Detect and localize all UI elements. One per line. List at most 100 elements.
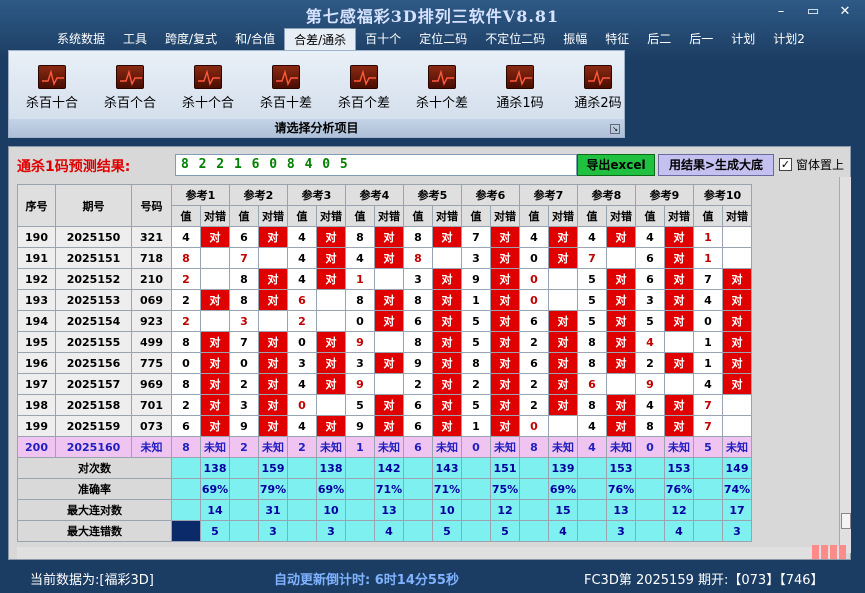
- cell-value: 5: [577, 310, 607, 332]
- stats-spacer: [693, 499, 723, 521]
- row-seq: 198: [17, 394, 56, 416]
- minimize-button[interactable]: –: [765, 2, 797, 22]
- menu-item-4[interactable]: 合差/通杀: [284, 28, 357, 50]
- row-seq: 191: [17, 247, 56, 269]
- cell-value: 6: [403, 310, 433, 332]
- cell-value: 4: [287, 268, 317, 290]
- chart-icon: [272, 65, 300, 89]
- header-mark: 对错: [316, 205, 346, 227]
- menu-item-3[interactable]: 和/合值: [226, 28, 284, 50]
- chart-icon: [428, 65, 456, 89]
- cell-mark: 对: [490, 331, 520, 353]
- ribbon-tool-label: 杀百个差: [337, 96, 390, 111]
- row-seq: 195: [17, 331, 56, 353]
- stats-spacer: [577, 520, 607, 542]
- stats-label: 最大连错数: [17, 520, 172, 542]
- menu-item-13[interactable]: 计划2: [764, 28, 814, 50]
- cell-mark: 对: [316, 226, 346, 248]
- export-excel-button[interactable]: 导出excel: [577, 154, 655, 176]
- generate-base-button[interactable]: 用结果>生成大底: [658, 154, 774, 176]
- cell-value: 0: [693, 310, 723, 332]
- app-window: 第七感福彩3D排列三软件V8.81 – ▭ ✕ 系统数据 工具 跨度/复式 和/合值合…: [0, 0, 865, 593]
- cell-value: 2: [519, 394, 549, 416]
- chart-icon: [194, 65, 222, 89]
- ribbon-tool-2[interactable]: 杀十个合: [169, 57, 247, 113]
- stay-on-top-toggle[interactable]: ✓ 窗体置上: [779, 156, 844, 173]
- cell-value: 9: [345, 373, 375, 395]
- ribbon-tool-4[interactable]: 杀百个差: [325, 57, 403, 113]
- cell-mark: 未知: [490, 436, 520, 458]
- cell-value: 2: [171, 268, 201, 290]
- cell-value: 3: [287, 352, 317, 374]
- stats-value: 138: [200, 457, 230, 479]
- cell-value: 2: [171, 289, 201, 311]
- close-button[interactable]: ✕: [829, 2, 861, 22]
- stay-on-top-checkbox[interactable]: ✓: [779, 158, 792, 171]
- cell-value: 0: [287, 394, 317, 416]
- current-data-status: 当前数据为:[福彩3D]: [30, 573, 154, 588]
- cell-mark: [374, 268, 404, 290]
- menu-item-1[interactable]: 工具: [114, 28, 156, 50]
- stats-spacer: [229, 499, 259, 521]
- menu-item-12[interactable]: 计划: [722, 28, 764, 50]
- stats-value: 71%: [432, 478, 462, 500]
- horizontal-scrollbar[interactable]: [17, 547, 839, 559]
- stats-spacer: [461, 478, 491, 500]
- maximize-button[interactable]: ▭: [797, 2, 829, 22]
- stats-spacer: [577, 499, 607, 521]
- ribbon-tool-3[interactable]: 杀百十差: [247, 57, 325, 113]
- ribbon-launcher-icon[interactable]: ↘: [610, 124, 620, 134]
- cell-value: 4: [635, 331, 665, 353]
- cell-value: 6: [287, 289, 317, 311]
- progress-indicator: [812, 545, 850, 559]
- cell-mark: 对: [548, 352, 578, 374]
- ribbon-tool-1[interactable]: 杀百个合: [91, 57, 169, 113]
- stats-spacer: [519, 478, 549, 500]
- table-row: 194 2025154 923 2 3 2 0 对 6 对 5 对 6 对 5 对 5 对 0 对: [17, 310, 752, 332]
- scroll-thumb[interactable]: [841, 513, 851, 529]
- ribbon-tool-label: 杀百十差: [259, 96, 312, 111]
- cell-mark: 对: [664, 268, 694, 290]
- vertical-scrollbar[interactable]: [839, 177, 851, 553]
- cell-mark: [316, 310, 346, 332]
- menu-item-6[interactable]: 定位二码: [410, 28, 476, 50]
- latest-draw: FC3D第 2025159 期开:【073】【746】: [584, 573, 824, 588]
- stats-spacer: [693, 478, 723, 500]
- row-period: 2025156: [55, 352, 132, 374]
- stats-spacer: [171, 499, 201, 521]
- ribbon-caption: 请选择分析项目: [9, 119, 624, 137]
- menu-item-9[interactable]: 特征: [596, 28, 638, 50]
- menu-item-11[interactable]: 后一: [680, 28, 722, 50]
- menu-item-0[interactable]: 系统数据: [48, 28, 114, 50]
- ribbon-tool-7[interactable]: 通杀2码: [559, 57, 637, 113]
- cell-value: 8: [171, 331, 201, 353]
- cell-mark: 未知: [316, 436, 346, 458]
- menu-item-8[interactable]: 振幅: [554, 28, 596, 50]
- menu-item-5[interactable]: 百十个: [356, 28, 410, 50]
- prediction-value[interactable]: 8 2 2 1 6 0 8 4 0 5: [175, 154, 577, 176]
- cell-value: 8: [403, 247, 433, 269]
- menu-item-10[interactable]: 后二: [638, 28, 680, 50]
- cell-mark: 对: [432, 226, 462, 248]
- stats-value: 13: [606, 499, 636, 521]
- header-period: 期号: [55, 184, 132, 227]
- stats-spacer: [287, 520, 317, 542]
- menu-item-7[interactable]: 不定位二码: [476, 28, 554, 50]
- cell-value: 1: [461, 289, 491, 311]
- ribbon-tool-label: 杀百个合: [103, 96, 156, 111]
- stats-spacer: [403, 520, 433, 542]
- cell-value: 8: [577, 352, 607, 374]
- ribbon-tool-6[interactable]: 通杀1码: [481, 57, 559, 113]
- header-mark: 对错: [490, 205, 520, 227]
- cell-value: 6: [229, 226, 259, 248]
- cell-value: 8: [461, 352, 491, 374]
- ribbon-tool-0[interactable]: 杀百十合: [13, 57, 91, 113]
- ribbon-tool-5[interactable]: 杀十个差: [403, 57, 481, 113]
- cell-value: 4: [287, 373, 317, 395]
- cell-mark: [722, 226, 752, 248]
- stats-value: 69%: [316, 478, 346, 500]
- results-panel: 通杀1码预测结果: 8 2 2 1 6 0 8 4 0 5 导出excel 用结…: [8, 146, 851, 560]
- cell-mark: 未知: [432, 436, 462, 458]
- menu-item-2[interactable]: 跨度/复式: [156, 28, 226, 50]
- table-row: 197 2025157 969 8 对 2 对 4 对 9 2 对 2 对 2 对 6 9 4 对: [17, 373, 752, 395]
